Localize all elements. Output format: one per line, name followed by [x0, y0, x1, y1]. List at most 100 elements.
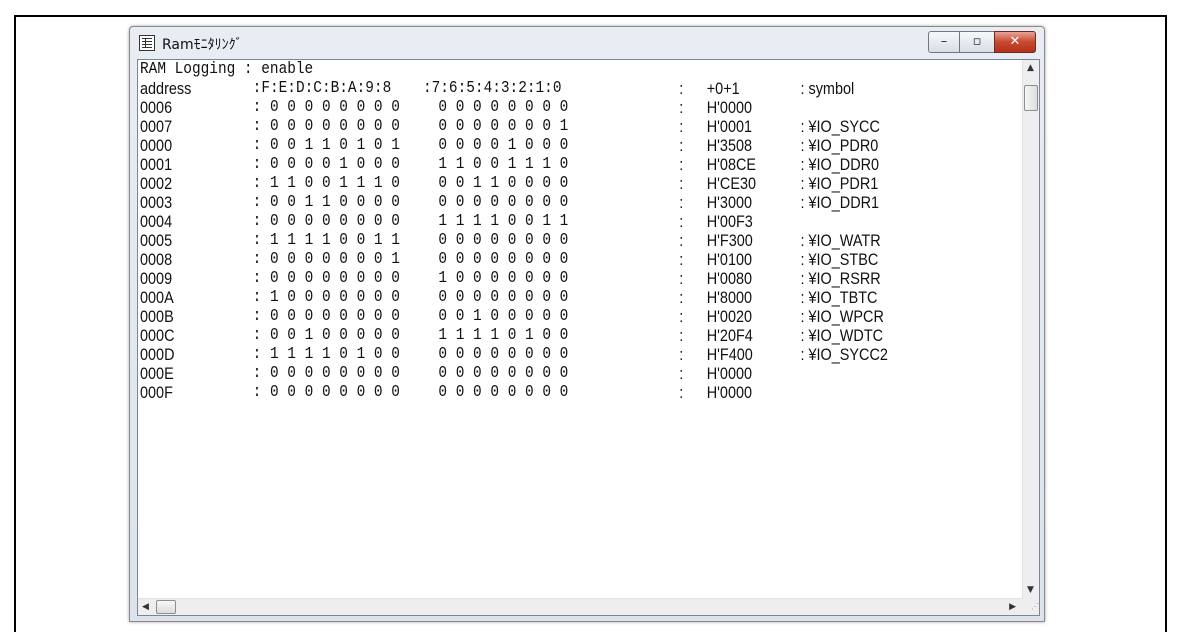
title-bar[interactable]: Ramﾓﾆﾀﾘﾝｸﾞ – ▫ ✕ — [130, 27, 1044, 59]
bits-high: : 1 1 1 1 0 1 0 0 — [252, 345, 400, 364]
table-row: 0009: 0 0 0 0 0 0 0 0 1 0 0 0 0 0 0 0: H'0… — [140, 269, 899, 288]
close-icon: ✕ — [1009, 34, 1021, 49]
bits-high: : 0 0 0 0 0 0 0 0 — [252, 383, 400, 402]
bits-high: : 1 0 0 0 0 0 0 0 — [252, 288, 400, 307]
register-address: 0003 — [140, 193, 173, 212]
bits-high: : 0 0 0 0 0 0 0 0 — [252, 98, 400, 117]
register-value: H'00F3 — [706, 212, 753, 231]
register-symbol: : ¥IO_WATR — [800, 231, 881, 250]
register-value: H'0000 — [706, 364, 753, 383]
bits-high: : 0 0 0 0 0 0 0 0 — [252, 269, 400, 288]
register-symbol: : ¥IO_RSRR — [800, 269, 881, 288]
value-sep: : — [679, 307, 684, 326]
register-address: 0004 — [140, 212, 173, 231]
register-value: H'3000 — [706, 193, 753, 212]
bits-low: 1 1 1 1 0 0 1 1 — [438, 212, 569, 231]
register-address: 0008 — [140, 250, 173, 269]
register-address: 0005 — [140, 231, 173, 250]
register-address: 000F — [140, 383, 173, 402]
window-controls: – ▫ ✕ — [928, 31, 1036, 53]
header-row: address :F:E:D:C:B:A:9:8 :7:6:5:4:3:2:1:… — [140, 79, 899, 98]
bits-high: : 1 1 1 1 0 0 1 1 — [252, 231, 400, 250]
bits-high: : 0 0 0 0 0 0 0 0 — [252, 364, 400, 383]
register-symbol: : ¥IO_DDR1 — [800, 193, 880, 212]
bits-low: 0 0 0 0 0 0 0 0 — [438, 383, 569, 402]
register-value: H'0000 — [706, 98, 753, 117]
bits-high: : 0 0 1 1 0 0 0 0 — [252, 193, 400, 212]
bits-low: 0 0 0 0 0 0 0 0 — [438, 231, 569, 250]
horizontal-scrollbar[interactable]: ◀ ▶ — [138, 598, 1022, 615]
register-value: H'0100 — [706, 250, 753, 269]
close-button[interactable]: ✕ — [994, 31, 1036, 53]
header-symbol: : symbol — [800, 79, 855, 98]
header-value: +0+1 — [706, 79, 740, 98]
bits-low: 1 1 0 0 1 1 1 0 — [438, 155, 569, 174]
log-view[interactable]: RAM Logging : enable address :F:E:D:C:B:… — [137, 59, 1040, 616]
register-address: 000C — [140, 326, 175, 345]
value-sep: : — [679, 98, 684, 117]
bits-low: 0 0 0 0 0 0 0 0 — [438, 250, 569, 269]
table-row: 000A: 1 0 0 0 0 0 0 0 0 0 0 0 0 0 0 0: H'8… — [140, 288, 899, 307]
bits-high: : 0 0 0 0 0 0 0 0 — [252, 117, 400, 136]
table-row: 0006: 0 0 0 0 0 0 0 0 0 0 0 0 0 0 0 0: H'0… — [140, 98, 899, 117]
table-row: 0003 : 0 0 1 1 0 0 0 0 0 0 0 0 0 0 0 0: H'3… — [140, 193, 899, 212]
scroll-left-icon[interactable]: ◀ — [142, 602, 149, 612]
bits-low: 0 0 0 0 0 0 0 0 — [438, 288, 569, 307]
window-title: Ramﾓﾆﾀﾘﾝｸﾞ — [162, 37, 243, 53]
register-value: H'F400 — [706, 345, 753, 364]
register-symbol: : ¥IO_PDR1 — [800, 174, 879, 193]
register-symbol: : ¥IO_TBTC — [800, 288, 878, 307]
header-bits-low: :7:6:5:4:3:2:1:0 — [422, 79, 562, 98]
header-sep: : — [679, 79, 684, 98]
register-address: 000B — [140, 307, 174, 326]
value-sep: : — [679, 250, 684, 269]
table-row: 0001: 0 0 0 0 1 0 0 0 1 1 0 0 1 1 1 0: H'0… — [140, 155, 899, 174]
register-value: H'20F4 — [706, 326, 753, 345]
bits-high: : 0 0 0 0 0 0 0 1 — [252, 250, 400, 269]
value-sep: : — [679, 193, 684, 212]
scroll-right-icon[interactable]: ▶ — [1009, 602, 1016, 612]
register-value: H'0080 — [706, 269, 753, 288]
register-value: H'0020 — [706, 307, 753, 326]
scroll-down-icon[interactable]: ▼ — [1027, 585, 1034, 595]
logging-status: RAM Logging : enable — [140, 60, 314, 79]
maximize-icon: ▫ — [972, 34, 982, 49]
horizontal-scroll-thumb[interactable] — [156, 600, 176, 614]
maximize-button[interactable]: ▫ — [959, 31, 995, 53]
bits-low: 0 0 0 0 0 0 0 0 — [438, 193, 569, 212]
ram-monitoring-window: Ramﾓﾆﾀﾘﾝｸﾞ – ▫ ✕ RAM Logging : enable ad… — [129, 26, 1045, 622]
table-row: 0005 : 1 1 1 1 0 0 1 1 0 0 0 0 0 0 0 0: H'F… — [140, 231, 899, 250]
bits-low: 0 0 1 0 0 0 0 0 — [438, 307, 569, 326]
register-value: H'CE30 — [706, 174, 757, 193]
register-address: 0000 — [140, 136, 173, 155]
register-address: 000E — [140, 364, 174, 383]
table-row: 000E: 0 0 0 0 0 0 0 0 0 0 0 0 0 0 0 0: H'0… — [140, 364, 899, 383]
bits-low: 1 1 1 1 0 1 0 0 — [438, 326, 569, 345]
value-sep: : — [679, 345, 684, 364]
register-address: 000A — [140, 288, 174, 307]
vertical-scrollbar[interactable]: ▲ ▼ — [1022, 60, 1039, 598]
bits-high: : 0 0 0 0 0 0 0 0 — [252, 212, 400, 231]
register-address: 0001 — [140, 155, 173, 174]
minimize-button[interactable]: – — [928, 31, 960, 53]
register-value: H'08CE — [706, 155, 757, 174]
value-sep: : — [679, 212, 684, 231]
value-sep: : — [679, 117, 684, 136]
bits-low: 0 0 1 1 0 0 0 0 — [438, 174, 569, 193]
register-address: 0006 — [140, 98, 173, 117]
value-sep: : — [679, 383, 684, 402]
register-address: 0002 — [140, 174, 173, 193]
resize-grip-icon[interactable]: ⋰ — [1022, 598, 1039, 615]
bits-high: : 0 0 1 0 0 0 0 0 — [252, 326, 400, 345]
register-symbol: : ¥IO_WDTC — [800, 326, 884, 345]
register-rows: 0006: 0 0 0 0 0 0 0 00 0 0 0 0 0 0 0: H'0… — [140, 98, 899, 402]
scroll-up-icon[interactable]: ▲ — [1027, 63, 1034, 73]
window-app-icon[interactable] — [139, 35, 155, 51]
header-bits-high: :F:E:D:C:B:A:9:8 — [252, 79, 392, 98]
value-sep: : — [679, 231, 684, 250]
register-value: H'F300 — [706, 231, 753, 250]
log-text-area[interactable]: RAM Logging : enable address :F:E:D:C:B:… — [140, 60, 899, 598]
vertical-scroll-thumb[interactable] — [1024, 85, 1038, 111]
register-value: H'0001 — [706, 117, 753, 136]
register-symbol: : ¥IO_SYCC2 — [800, 345, 888, 364]
